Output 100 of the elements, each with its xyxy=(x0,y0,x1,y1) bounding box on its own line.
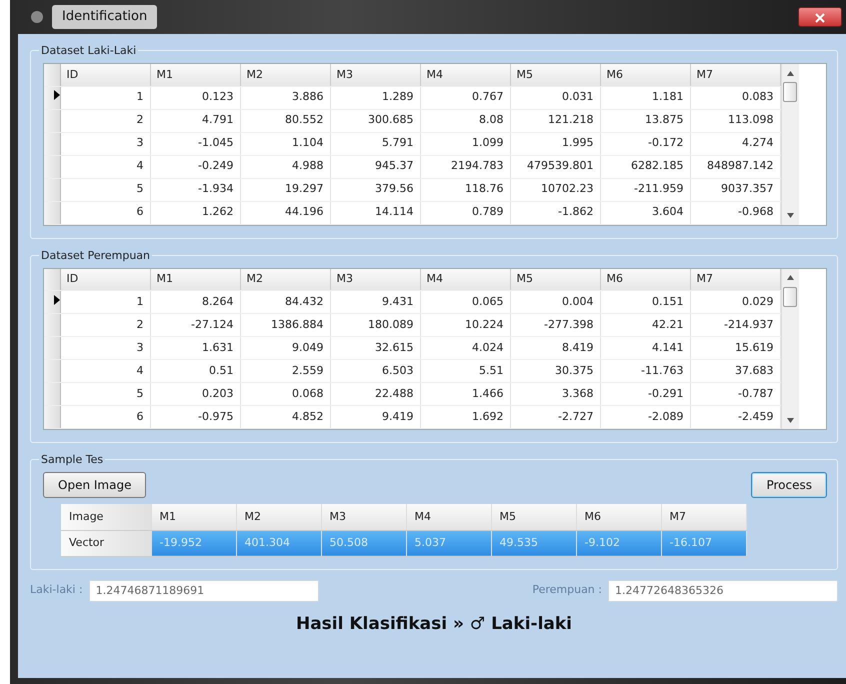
table-cell: 2 xyxy=(60,109,150,132)
table-cell: 6282.185 xyxy=(600,155,690,178)
table-cell: 5.51 xyxy=(420,360,510,382)
close-button[interactable] xyxy=(798,7,842,27)
table-cell: 118.76 xyxy=(420,178,510,201)
table-cell: 9.419 xyxy=(330,406,420,428)
table-cell: 1.289 xyxy=(330,86,420,109)
table-cell: 0.068 xyxy=(240,382,330,406)
column-header[interactable]: M5 xyxy=(491,504,576,530)
table-cell: 22.488 xyxy=(330,382,420,406)
window-title: Identification xyxy=(52,5,158,29)
column-header[interactable]: M2 xyxy=(240,64,330,86)
table-cell: 4.141 xyxy=(600,336,690,360)
scroll-thumb[interactable] xyxy=(783,286,797,306)
column-header[interactable]: M3 xyxy=(321,504,406,530)
open-image-button[interactable]: Open Image xyxy=(43,472,146,498)
table-cell: -1.045 xyxy=(150,132,240,155)
scrollbar[interactable] xyxy=(780,268,798,429)
table-cell: 3.604 xyxy=(600,201,690,224)
table-cell: 848987.142 xyxy=(690,155,780,178)
scroll-down-icon[interactable] xyxy=(786,213,794,218)
table-cell: 0.151 xyxy=(600,290,690,314)
table-cell: 8.419 xyxy=(510,336,600,360)
table-cell: 15.619 xyxy=(690,336,780,360)
table-cell: 4 xyxy=(60,360,150,382)
table-cell: 1386.884 xyxy=(240,314,330,336)
table-cell: 0.065 xyxy=(420,290,510,314)
table-cell: -2.727 xyxy=(510,406,600,428)
table-cell: -2.089 xyxy=(600,406,690,428)
table-cell: 4 xyxy=(60,155,150,178)
column-header[interactable]: ID xyxy=(60,268,150,290)
column-header[interactable]: M3 xyxy=(330,64,420,86)
column-header[interactable]: M2 xyxy=(240,268,330,290)
table-cell: 1.262 xyxy=(150,201,240,224)
column-header[interactable]: M5 xyxy=(510,268,600,290)
table-cell: -2.459 xyxy=(690,406,780,428)
table-cell: 1 xyxy=(60,86,150,109)
table-cell: 0.51 xyxy=(150,360,240,382)
table-cell: 9.431 xyxy=(330,290,420,314)
table-cell: -27.124 xyxy=(150,314,240,336)
column-header[interactable]: M7 xyxy=(690,64,780,86)
column-header[interactable]: M4 xyxy=(406,504,491,530)
table-cell: -214.937 xyxy=(690,314,780,336)
process-button[interactable]: Process xyxy=(751,472,827,498)
column-header[interactable]: M1 xyxy=(150,268,240,290)
column-header[interactable]: M6 xyxy=(600,64,690,86)
table-cell: 42.21 xyxy=(600,314,690,336)
column-header[interactable]: M1 xyxy=(151,504,236,530)
scrollbar[interactable] xyxy=(780,64,798,224)
table-cell: 4.988 xyxy=(240,155,330,178)
column-header[interactable]: M2 xyxy=(236,504,321,530)
table-cell: 479539.801 xyxy=(510,155,600,178)
table-cell: 4.852 xyxy=(240,406,330,428)
row-header[interactable] xyxy=(44,86,60,109)
column-header[interactable]: M7 xyxy=(661,504,746,530)
table-cell: 4.024 xyxy=(420,336,510,360)
row-header[interactable] xyxy=(44,290,60,314)
scroll-down-icon[interactable] xyxy=(786,418,794,423)
table-cell: 84.432 xyxy=(240,290,330,314)
table-cell: 0.031 xyxy=(510,86,600,109)
table-cell: -0.975 xyxy=(150,406,240,428)
scroll-up-icon[interactable] xyxy=(786,70,794,76)
scroll-thumb[interactable] xyxy=(783,82,797,102)
column-header[interactable]: M7 xyxy=(690,268,780,290)
table-cell: 49.535 xyxy=(491,530,576,556)
column-header[interactable]: Image xyxy=(61,504,151,530)
table-cell: 9.049 xyxy=(240,336,330,360)
table-cell: 0.123 xyxy=(150,86,240,109)
table-cell: 1.631 xyxy=(150,336,240,360)
row-header[interactable]: Vector xyxy=(61,530,151,556)
column-header[interactable]: M5 xyxy=(510,64,600,86)
table-cell: 2 xyxy=(60,314,150,336)
table-cell: 180.089 xyxy=(330,314,420,336)
close-icon xyxy=(815,12,825,23)
table-cell: 10.224 xyxy=(420,314,510,336)
table-cell: 0.767 xyxy=(420,86,510,109)
table-cell: 8.08 xyxy=(420,109,510,132)
scroll-up-icon[interactable] xyxy=(786,275,794,280)
table-cell: 0.004 xyxy=(510,290,600,314)
table-cell: 379.56 xyxy=(330,178,420,201)
column-header[interactable]: ID xyxy=(60,64,150,86)
column-header[interactable]: M6 xyxy=(600,268,690,290)
table-cell: 3 xyxy=(60,336,150,360)
column-header[interactable]: M6 xyxy=(576,504,661,530)
table-cell: 300.685 xyxy=(330,109,420,132)
column-header[interactable]: M4 xyxy=(420,268,510,290)
column-header[interactable]: M3 xyxy=(330,268,420,290)
table-cell: -0.968 xyxy=(690,201,780,224)
column-header[interactable]: M1 xyxy=(150,64,240,86)
table-cell: 2194.783 xyxy=(420,155,510,178)
table-cell: 5 xyxy=(60,382,150,406)
table-cell: 37.683 xyxy=(690,360,780,382)
table-cell: 5.791 xyxy=(330,132,420,155)
table-cell: 5 xyxy=(60,178,150,201)
table-cell: 1.692 xyxy=(420,406,510,428)
table-cell: 0.789 xyxy=(420,201,510,224)
table-cell: -0.249 xyxy=(150,155,240,178)
column-header[interactable]: M4 xyxy=(420,64,510,86)
table-cell: -277.398 xyxy=(510,314,600,336)
result-text: Hasil Klasifikasi » ♂ Laki-laki xyxy=(294,612,574,636)
